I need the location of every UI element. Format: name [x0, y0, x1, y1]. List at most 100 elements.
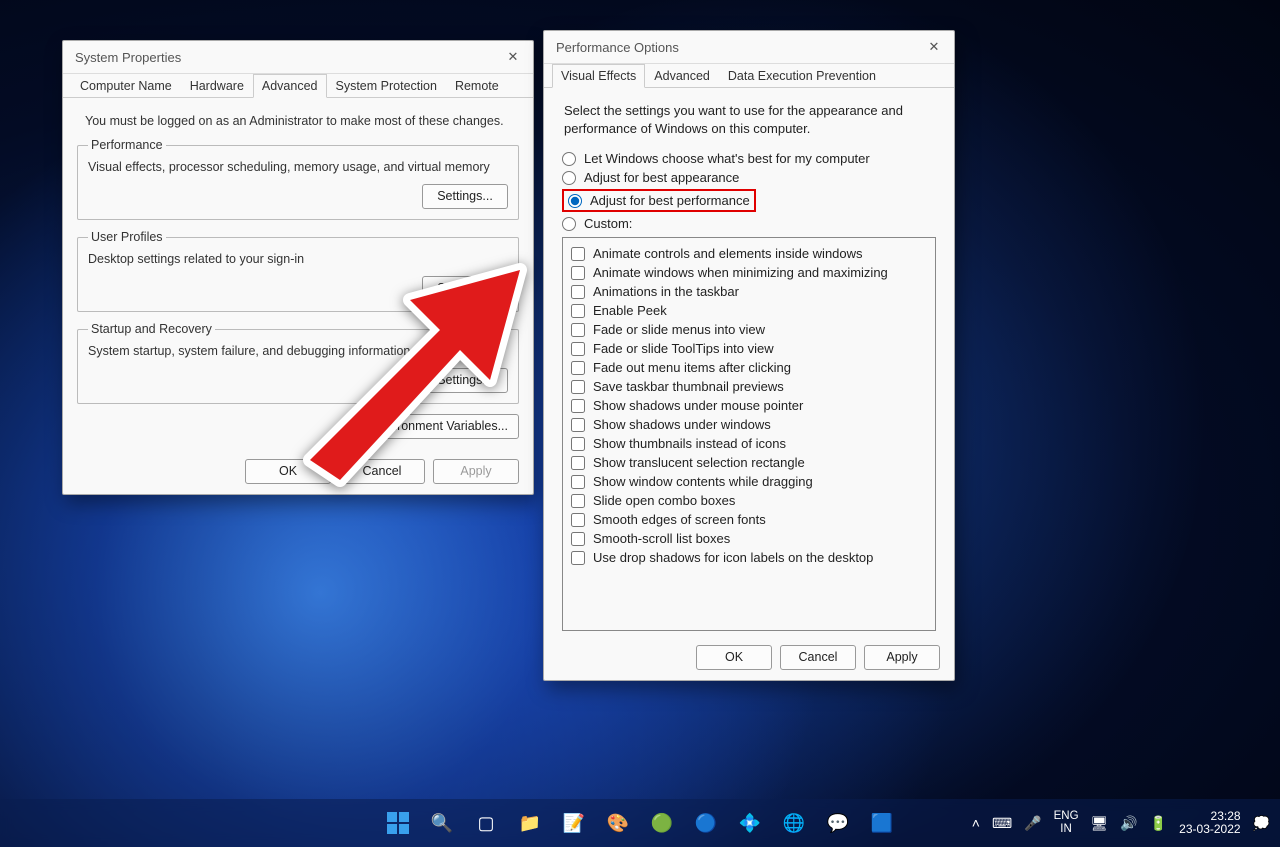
- close-icon[interactable]: ✕: [499, 45, 527, 69]
- titlebar[interactable]: System Properties ✕: [63, 41, 533, 74]
- network-icon[interactable]: 🖥: [1091, 815, 1109, 832]
- annotation-arrow-icon: [280, 240, 540, 500]
- checkbox-input[interactable]: [571, 437, 585, 451]
- check-item[interactable]: Save taskbar thumbnail previews: [571, 377, 927, 396]
- lang-region: IN: [1054, 823, 1079, 836]
- sysprop-tabs: Computer Name Hardware Advanced System P…: [63, 74, 533, 98]
- check-item[interactable]: Animate controls and elements inside win…: [571, 244, 927, 263]
- check-item[interactable]: Fade or slide ToolTips into view: [571, 339, 927, 358]
- start-button[interactable]: [385, 810, 411, 836]
- checkbox-input[interactable]: [571, 494, 585, 508]
- sticky-notes-icon[interactable]: 📝: [561, 810, 587, 836]
- taskbar-right: ˄ ⌨ 🎤 ENG IN 🖥 🔊 🔋 23:28 23-03-2022 💭: [972, 810, 1270, 836]
- check-item[interactable]: Fade out menu items after clicking: [571, 358, 927, 377]
- check-item[interactable]: Show shadows under mouse pointer: [571, 396, 927, 415]
- check-item[interactable]: Animate windows when minimizing and maxi…: [571, 263, 927, 282]
- cancel-button[interactable]: Cancel: [780, 645, 856, 670]
- check-item[interactable]: Slide open combo boxes: [571, 491, 927, 510]
- apply-button[interactable]: Apply: [864, 645, 940, 670]
- keyboard-icon[interactable]: ⌨: [992, 815, 1012, 832]
- check-label: Show shadows under mouse pointer: [593, 398, 803, 413]
- notifications-icon[interactable]: 💭: [1253, 815, 1270, 832]
- checkbox-input[interactable]: [571, 342, 585, 356]
- check-label: Animate windows when minimizing and maxi…: [593, 265, 888, 280]
- tab-visual-effects[interactable]: Visual Effects: [552, 64, 645, 88]
- file-explorer-icon[interactable]: 📁: [517, 810, 543, 836]
- tray-chevron-icon[interactable]: ˄: [972, 815, 980, 831]
- paint-icon[interactable]: 🎨: [605, 810, 631, 836]
- battery-icon[interactable]: 🔋: [1150, 815, 1167, 832]
- task-view-icon[interactable]: ▢: [473, 810, 499, 836]
- word-icon[interactable]: 🔵: [693, 810, 719, 836]
- app-icon[interactable]: 🟦: [869, 810, 895, 836]
- perfopts-desc: Select the settings you want to use for …: [562, 98, 936, 149]
- vscode-icon[interactable]: 💠: [737, 810, 763, 836]
- tab-remote[interactable]: Remote: [446, 74, 508, 98]
- language-indicator[interactable]: ENG IN: [1054, 810, 1079, 835]
- check-item[interactable]: Use drop shadows for icon labels on the …: [571, 548, 927, 567]
- window-title: System Properties: [75, 50, 181, 65]
- checkbox-input[interactable]: [571, 304, 585, 318]
- check-item[interactable]: Show translucent selection rectangle: [571, 453, 927, 472]
- visual-effects-list[interactable]: Animate controls and elements inside win…: [562, 237, 936, 631]
- check-item[interactable]: Show window contents while dragging: [571, 472, 927, 491]
- volume-icon[interactable]: 🔊: [1120, 815, 1137, 832]
- checkbox-input[interactable]: [571, 266, 585, 280]
- window-title: Performance Options: [556, 40, 679, 55]
- radio-custom[interactable]: Custom:: [562, 214, 936, 233]
- check-item[interactable]: Show shadows under windows: [571, 415, 927, 434]
- group-performance-desc: Visual effects, processor scheduling, me…: [88, 160, 508, 174]
- lang-code: ENG: [1054, 810, 1079, 823]
- check-label: Show window contents while dragging: [593, 474, 813, 489]
- checkbox-input[interactable]: [571, 247, 585, 261]
- checkbox-input[interactable]: [571, 513, 585, 527]
- checkbox-input[interactable]: [571, 456, 585, 470]
- checkbox-input[interactable]: [571, 323, 585, 337]
- perfopts-tabs: Visual Effects Advanced Data Execution P…: [544, 64, 954, 88]
- check-item[interactable]: Fade or slide menus into view: [571, 320, 927, 339]
- check-label: Fade or slide menus into view: [593, 322, 765, 337]
- checkbox-input[interactable]: [571, 361, 585, 375]
- radio-let-windows-choose[interactable]: Let Windows choose what's best for my co…: [562, 149, 936, 168]
- check-item[interactable]: Enable Peek: [571, 301, 927, 320]
- checkbox-input[interactable]: [571, 399, 585, 413]
- whatsapp-icon[interactable]: 🟢: [649, 810, 675, 836]
- tab-hardware[interactable]: Hardware: [181, 74, 253, 98]
- checkbox-input[interactable]: [571, 418, 585, 432]
- checkbox-input[interactable]: [571, 532, 585, 546]
- performance-options-window: Performance Options ✕ Visual Effects Adv…: [543, 30, 955, 681]
- checkbox-input[interactable]: [571, 285, 585, 299]
- tab-dep[interactable]: Data Execution Prevention: [719, 64, 885, 88]
- titlebar[interactable]: Performance Options ✕: [544, 31, 954, 64]
- radio-input[interactable]: [568, 194, 582, 208]
- search-icon[interactable]: 🔍: [429, 810, 455, 836]
- check-item[interactable]: Show thumbnails instead of icons: [571, 434, 927, 453]
- close-icon[interactable]: ✕: [920, 35, 948, 59]
- checkbox-input[interactable]: [571, 475, 585, 489]
- radio-best-appearance[interactable]: Adjust for best appearance: [562, 168, 936, 187]
- microphone-icon[interactable]: 🎤: [1024, 815, 1041, 832]
- highlight-best-performance: Adjust for best performance: [562, 189, 756, 212]
- taskbar: 🔍 ▢ 📁 📝 🎨 🟢 🔵 💠 🌐 💬 🟦 ˄ ⌨ 🎤 ENG IN 🖥 🔊 🔋…: [0, 799, 1280, 847]
- check-label: Animate controls and elements inside win…: [593, 246, 863, 261]
- check-item[interactable]: Smooth-scroll list boxes: [571, 529, 927, 548]
- ok-button[interactable]: OK: [696, 645, 772, 670]
- clock[interactable]: 23:28 23-03-2022: [1179, 810, 1240, 836]
- check-item[interactable]: Smooth edges of screen fonts: [571, 510, 927, 529]
- tab-advanced[interactable]: Advanced: [253, 74, 327, 98]
- checkbox-input[interactable]: [571, 380, 585, 394]
- radio-best-performance[interactable]: Adjust for best performance: [568, 193, 750, 208]
- tab-advanced[interactable]: Advanced: [645, 64, 719, 88]
- group-performance: Performance Visual effects, processor sc…: [77, 138, 519, 220]
- tab-computer-name[interactable]: Computer Name: [71, 74, 181, 98]
- performance-settings-button[interactable]: Settings...: [422, 184, 508, 209]
- radio-input[interactable]: [562, 152, 576, 166]
- tab-system-protection[interactable]: System Protection: [327, 74, 446, 98]
- radio-input[interactable]: [562, 217, 576, 231]
- check-label: Save taskbar thumbnail previews: [593, 379, 784, 394]
- chrome-icon[interactable]: 🌐: [781, 810, 807, 836]
- discord-icon[interactable]: 💬: [825, 810, 851, 836]
- radio-input[interactable]: [562, 171, 576, 185]
- check-item[interactable]: Animations in the taskbar: [571, 282, 927, 301]
- checkbox-input[interactable]: [571, 551, 585, 565]
